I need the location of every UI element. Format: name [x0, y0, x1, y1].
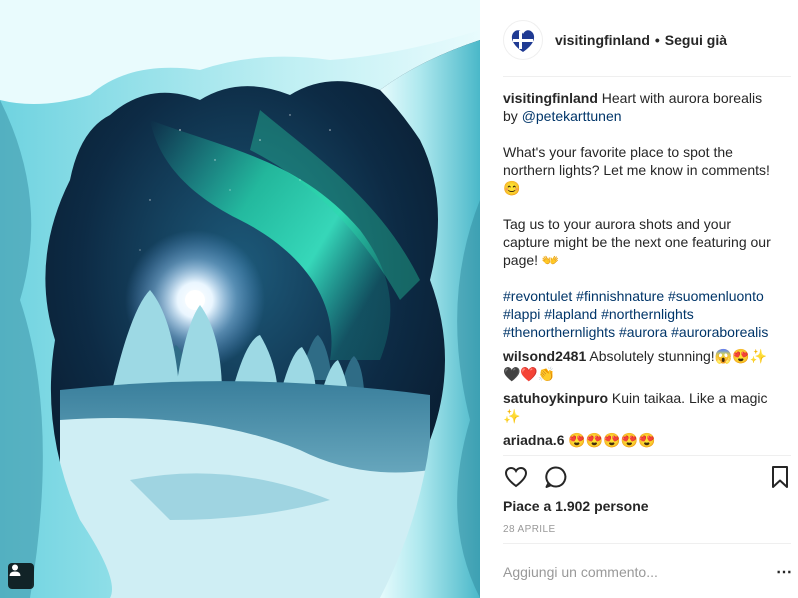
hashtag-link[interactable]: #auroraborealis [671, 324, 768, 340]
comment-author[interactable]: ariadna.6 [503, 432, 564, 448]
comment-text: 😍😍😍😍😍 [568, 432, 656, 448]
hashtag-link[interactable]: #aurora [619, 324, 667, 340]
comment-author[interactable]: wilsond2481 [503, 348, 586, 364]
hashtag-link[interactable]: #revontulet [503, 288, 572, 304]
comment-item: ariadna.6 😍😍😍😍😍 [503, 431, 775, 449]
finland-heart-logo-icon [511, 30, 535, 52]
post-date[interactable]: 28 APRILE [503, 524, 556, 535]
divider [503, 543, 791, 544]
tag-people-button[interactable] [8, 563, 34, 589]
hashtag-link[interactable]: #lapland [544, 306, 597, 322]
hashtag-link[interactable]: #finnishnature [576, 288, 664, 304]
comment-item: satuhoykinpuro Kuin taikaa. Like a magic… [503, 389, 775, 425]
comments-list[interactable]: visitingfinland Heart with aurora boreal… [503, 89, 775, 451]
comment-author[interactable]: satuhoykinpuro [503, 390, 608, 406]
mention-link[interactable]: @petekarttunen [522, 108, 622, 124]
hashtag-link[interactable]: #suomenluonto [668, 288, 764, 304]
divider [503, 455, 791, 456]
comment-button[interactable] [543, 464, 569, 490]
account-handle[interactable]: visitingfinland [555, 32, 650, 48]
more-options-icon[interactable]: ⋯ [776, 562, 793, 582]
post-header: visitingfinland • Segui già [503, 18, 793, 62]
like-button[interactable] [503, 464, 529, 490]
avatar[interactable] [503, 20, 543, 60]
add-comment-bar: ⋯ [503, 556, 793, 588]
save-button[interactable] [767, 464, 793, 490]
header-separator: • [654, 32, 660, 48]
bookmark-icon [772, 466, 788, 488]
following-button[interactable]: Segui già [665, 32, 727, 48]
action-bar [503, 464, 793, 490]
comment-bubble-icon [545, 466, 567, 488]
add-comment-input[interactable] [503, 564, 743, 580]
post-side-panel: visitingfinland • Segui già visitingfinl… [480, 0, 798, 598]
caption: visitingfinland Heart with aurora boreal… [503, 89, 775, 125]
user-tag-icon [9, 564, 21, 576]
caption-author[interactable]: visitingfinland [503, 90, 598, 106]
post-photo[interactable] [0, 0, 480, 598]
caption-paragraph: What's your favorite place to spot the n… [503, 144, 770, 196]
heart-icon [504, 466, 528, 488]
divider [503, 76, 791, 77]
aurora-snow-cave-image [0, 0, 480, 598]
caption-paragraph: Tag us to your aurora shots and your cap… [503, 216, 771, 268]
hashtag-link[interactable]: #northernlights [601, 306, 694, 322]
likes-count[interactable]: Piace a 1.902 persone [503, 498, 649, 514]
hashtag-link[interactable]: #thenorthernlights [503, 324, 615, 340]
hashtag-list: #revontulet #finnishnature #suomenluonto… [503, 287, 775, 341]
comment-item: wilsond2481 Absolutely stunning!😱😍✨🖤❤️👏 [503, 347, 775, 383]
hashtag-link[interactable]: #lappi [503, 306, 540, 322]
